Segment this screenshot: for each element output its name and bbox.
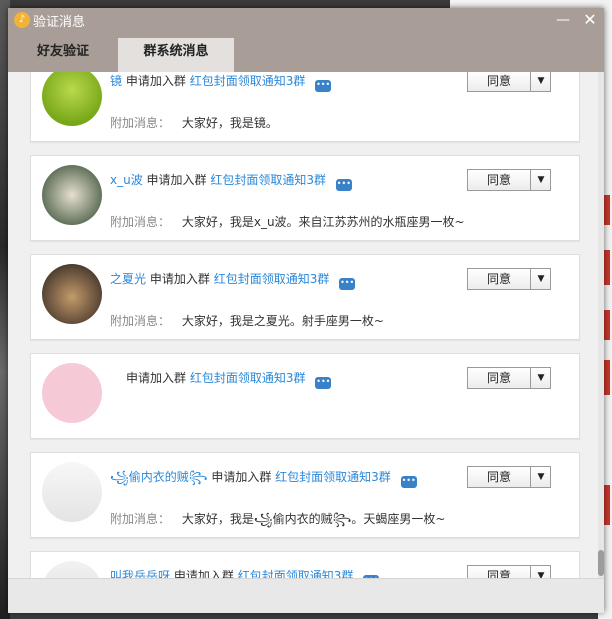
agree-button-label: 同意: [486, 74, 511, 88]
avatar[interactable]: [42, 72, 102, 126]
chat-bubble-icon[interactable]: •••: [339, 278, 356, 290]
group-name[interactable]: 红包封面领取通知3群: [275, 470, 391, 484]
extra-message-label: 附加消息：: [110, 215, 171, 229]
group-name[interactable]: 红包封面领取通知3群: [238, 569, 354, 578]
agree-button-label: 同意: [486, 272, 511, 286]
avatar[interactable]: [42, 165, 102, 225]
list-item: 申请加入群 红包封面领取通知3群 ••• 同意 ▼: [30, 353, 580, 439]
caret-down-icon[interactable]: ▼: [530, 368, 551, 388]
extra-message: 大家好，我是镜。: [181, 116, 278, 130]
chat-bubble-icon[interactable]: •••: [335, 179, 352, 191]
agree-button[interactable]: 同意 ▼: [467, 565, 551, 578]
verification-window: ♪ 验证消息 — ✕ 好友验证 群系统消息 镜 申请加入群 红包封面领取通知3群…: [8, 8, 604, 613]
requester-name[interactable]: ꧁偷内衣的贼꧂: [110, 470, 208, 484]
group-name[interactable]: 红包封面领取通知3群: [214, 272, 330, 286]
requester-name[interactable]: 之夏光: [110, 272, 146, 286]
chat-bubble-icon[interactable]: •••: [315, 377, 332, 389]
agree-button[interactable]: 同意 ▼: [467, 466, 551, 488]
list-item: ꧁偷内衣的贼꧂ 申请加入群 红包封面领取通知3群 ••• 附加消息： 大家好，我…: [30, 452, 580, 538]
title-bar[interactable]: ♪ 验证消息 — ✕: [8, 8, 604, 38]
group-name[interactable]: 红包封面领取通知3群: [190, 371, 306, 385]
agree-button[interactable]: 同意 ▼: [467, 367, 551, 389]
avatar[interactable]: [42, 264, 102, 324]
caret-down-icon[interactable]: ▼: [530, 467, 551, 487]
agree-button-label: 同意: [486, 173, 511, 187]
extra-message: 大家好，我是꧁偷内衣的贼꧂。天蝎座男一枚~: [181, 512, 446, 526]
list-item: x_u波 申请加入群 红包封面领取通知3群 ••• 附加消息： 大家好，我是x_…: [30, 155, 580, 241]
agree-button-label: 同意: [486, 470, 511, 484]
list-item: 之夏光 申请加入群 红包封面领取通知3群 ••• 附加消息： 大家好，我是之夏光…: [30, 254, 580, 340]
group-name[interactable]: 红包封面领取通知3群: [210, 173, 326, 187]
agree-button-label: 同意: [486, 371, 511, 385]
list-item: 镜 申请加入群 红包封面领取通知3群 ••• 附加消息： 大家好，我是镜。 同意…: [30, 72, 580, 142]
avatar[interactable]: [42, 363, 102, 423]
request-action: 申请加入群: [211, 470, 272, 484]
extra-message: 大家好，我是x_u波。来自江苏苏州的水瓶座男一枚~: [181, 215, 465, 229]
requester-name[interactable]: x_u波: [110, 173, 143, 187]
list-item: 叫我岳岳呀 申请加入群 红包封面领取通知3群 ••• 同意 ▼: [30, 551, 580, 578]
request-list[interactable]: 镜 申请加入群 红包封面领取通知3群 ••• 附加消息： 大家好，我是镜。 同意…: [8, 72, 604, 578]
group-name[interactable]: 红包封面领取通知3群: [190, 74, 306, 88]
agree-button-label: 同意: [486, 569, 511, 578]
request-action: 申请加入群: [173, 569, 234, 578]
request-action: 申请加入群: [149, 272, 210, 286]
avatar[interactable]: [42, 561, 102, 578]
footer-bar: [8, 578, 604, 613]
tab-friend-verification[interactable]: 好友验证: [8, 38, 118, 72]
agree-button[interactable]: 同意 ▼: [467, 268, 551, 290]
chat-bubble-icon[interactable]: •••: [315, 80, 332, 92]
requester-name[interactable]: 叫我岳岳呀: [110, 569, 170, 578]
caret-down-icon[interactable]: ▼: [530, 72, 551, 91]
extra-message: 大家好，我是之夏光。射手座男一枚~: [181, 314, 384, 328]
scrollbar-thumb[interactable]: [598, 550, 604, 576]
speaker-icon: ♪: [14, 12, 30, 28]
request-action: 申请加入群: [126, 371, 187, 385]
avatar[interactable]: [42, 462, 102, 522]
window-title: 验证消息: [33, 15, 86, 30]
desktop-background-top: [450, 0, 612, 8]
extra-message-label: 附加消息：: [110, 512, 171, 526]
requester-name[interactable]: 镜: [110, 74, 122, 88]
request-action: 申请加入群: [146, 173, 207, 187]
caret-down-icon[interactable]: ▼: [530, 269, 551, 289]
vertical-scrollbar[interactable]: [598, 72, 604, 578]
caret-down-icon[interactable]: ▼: [530, 170, 551, 190]
close-button[interactable]: ✕: [580, 10, 600, 30]
extra-message-label: 附加消息：: [110, 314, 171, 328]
extra-message-label: 附加消息：: [110, 116, 171, 130]
tab-bar: 好友验证 群系统消息: [8, 38, 604, 72]
chat-bubble-icon[interactable]: •••: [400, 476, 417, 488]
caret-down-icon[interactable]: ▼: [530, 566, 551, 578]
agree-button[interactable]: 同意 ▼: [467, 72, 551, 92]
minimize-button[interactable]: —: [553, 10, 573, 30]
tab-group-system-messages[interactable]: 群系统消息: [118, 38, 234, 72]
request-action: 申请加入群: [125, 74, 186, 88]
agree-button[interactable]: 同意 ▼: [467, 169, 551, 191]
